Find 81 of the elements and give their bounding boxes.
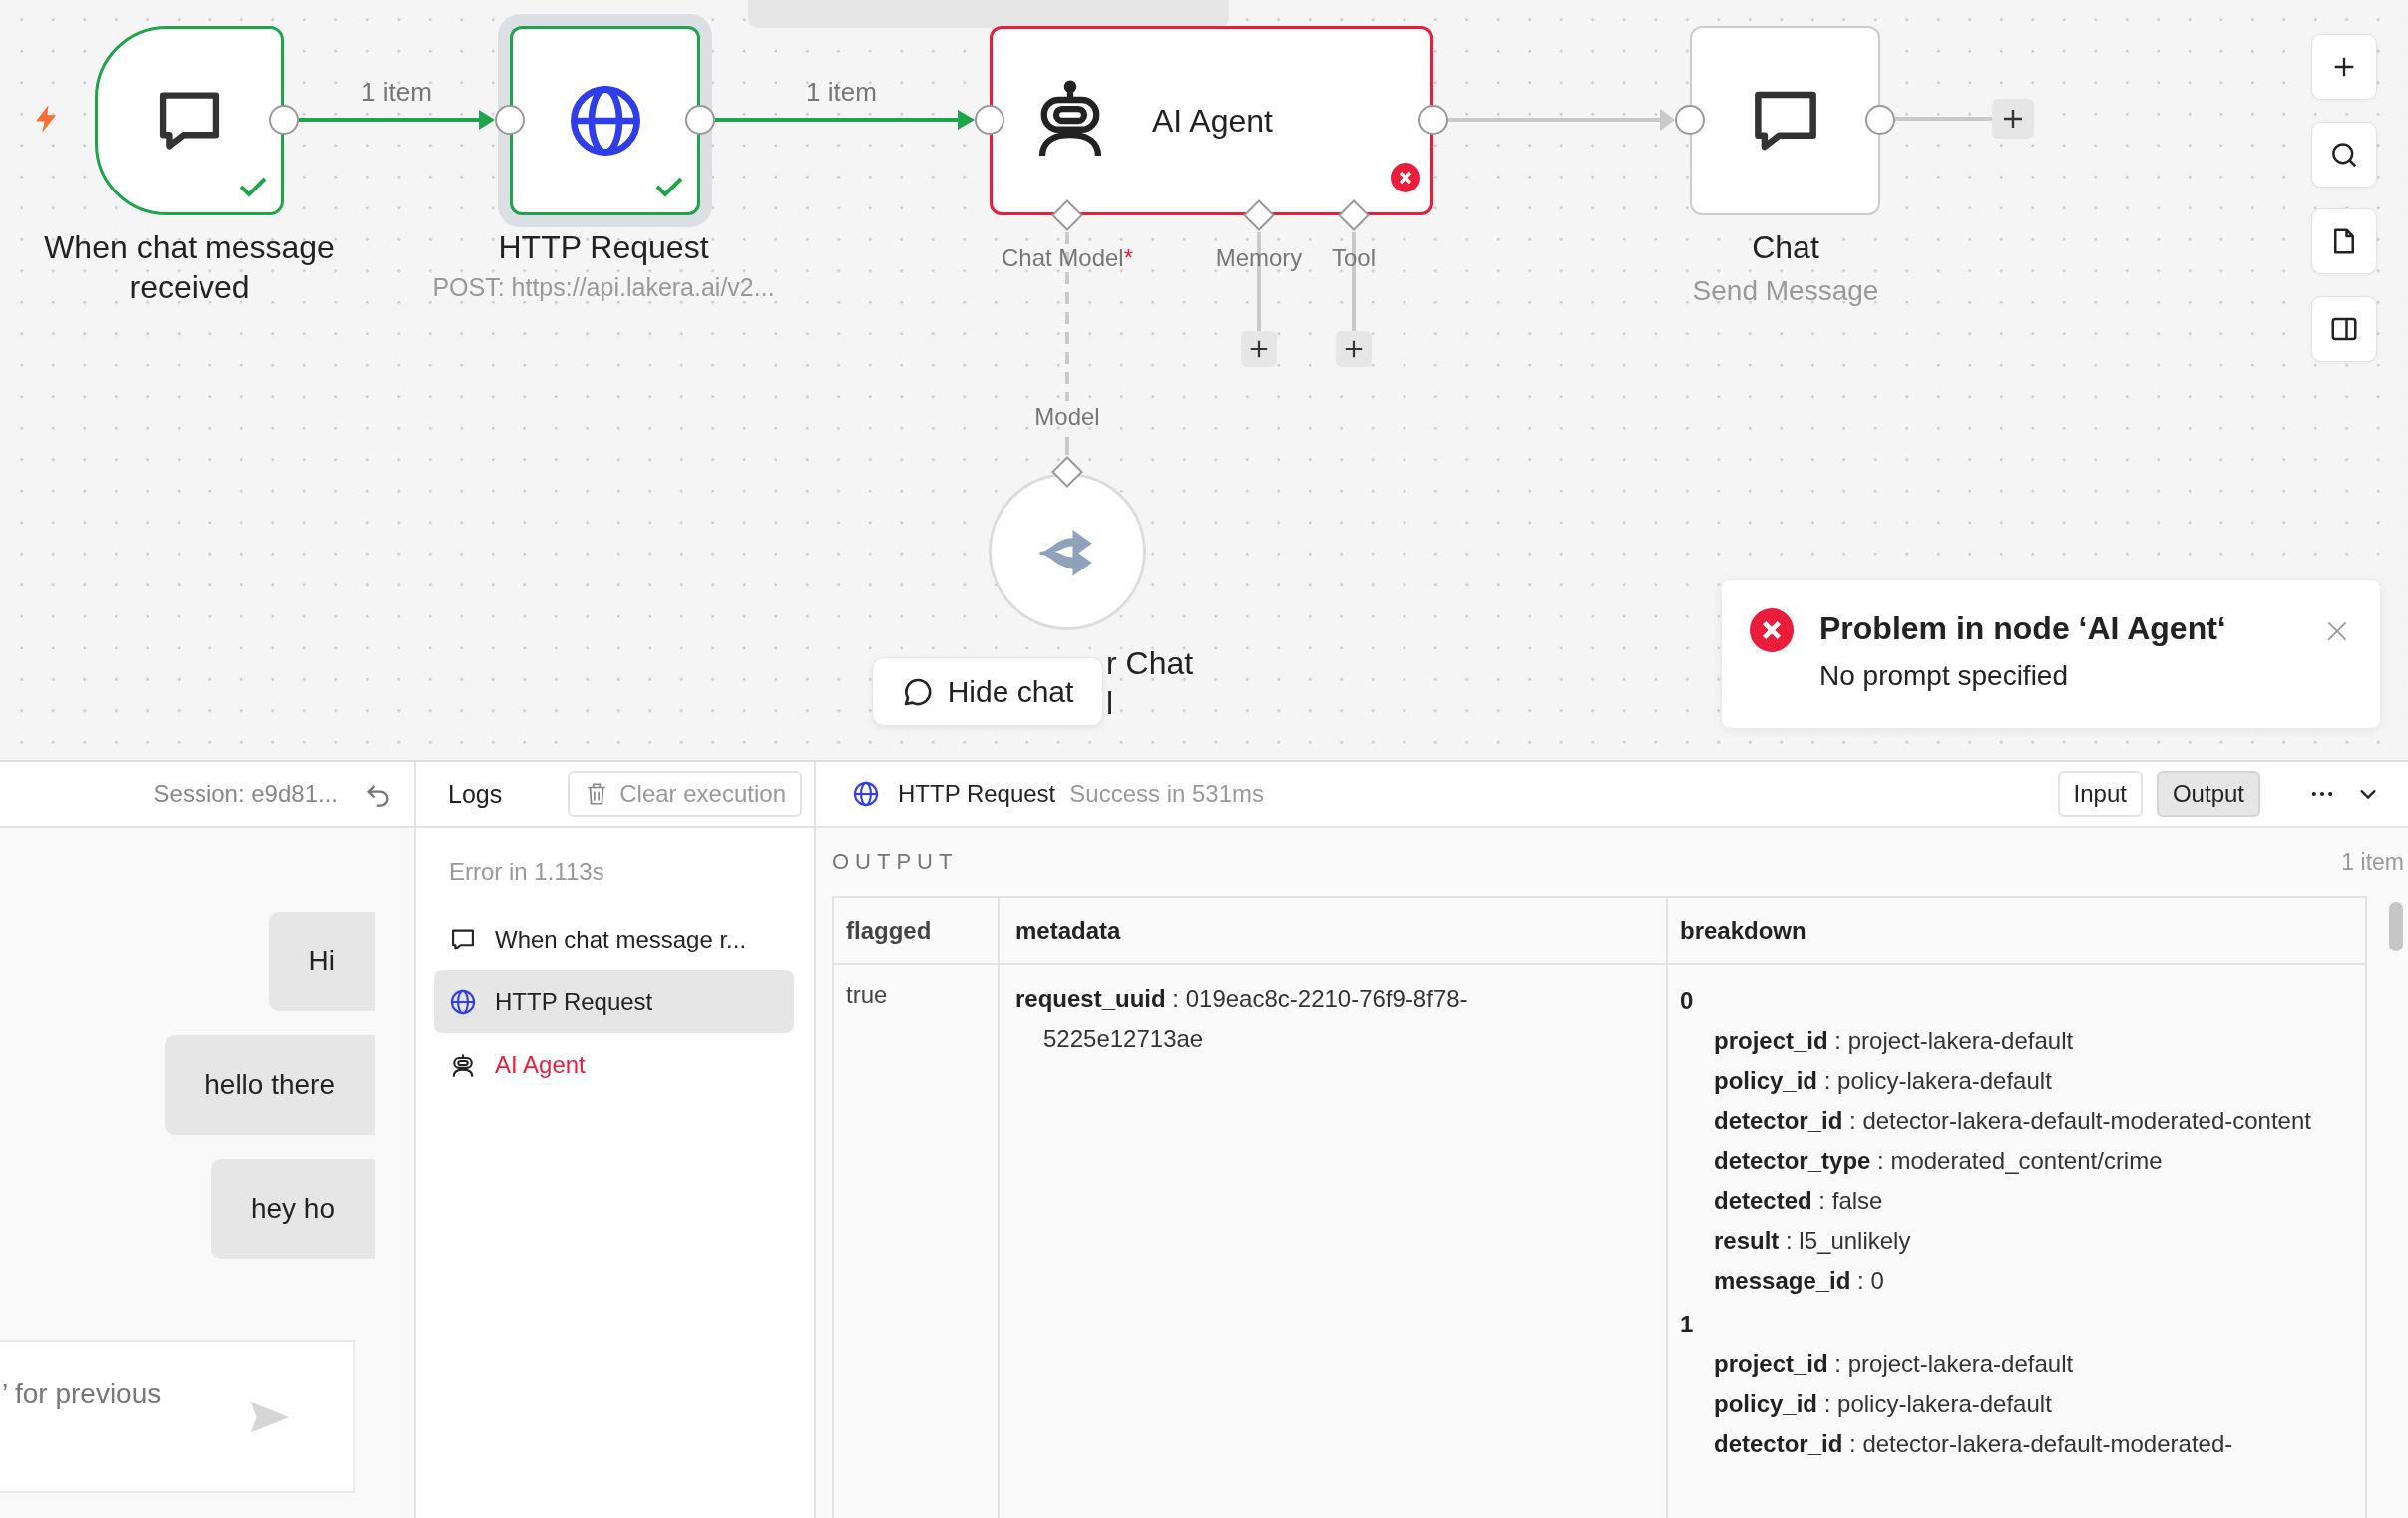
view-toggle[interactable]: Input: [2057, 771, 2143, 817]
execution-status: Success in 531ms: [1069, 780, 1265, 808]
globe-icon: [449, 987, 477, 1016]
session-id: Session: e9d81...: [153, 780, 338, 808]
toast-title: Problem in node ‘AI Agent‘: [1819, 609, 2227, 648]
node-title: Chat: [1751, 228, 1820, 267]
chat-message: Hi: [268, 912, 375, 1011]
search-button[interactable]: [2311, 122, 2377, 188]
port-label: Tool: [1332, 244, 1376, 272]
edge-label: 1 item: [361, 76, 432, 108]
ai-agent-node[interactable]: AI Agent: [990, 26, 1433, 215]
plus-icon: [1248, 338, 1270, 360]
node-subtitle: Send Message: [1691, 275, 1880, 307]
connection-handle[interactable]: [495, 105, 525, 135]
key-value-line: detector_id : detector-lakera-default-moderated-: [1714, 1429, 2234, 1459]
log-entry[interactable]: HTTP Request: [434, 970, 794, 1033]
node-title: When chat message received: [43, 228, 336, 307]
sticky-note-button[interactable]: [2311, 208, 2377, 274]
key-value-line: detector_type : moderated_content/crime: [1714, 1146, 2164, 1176]
section-title: OUTPUT: [832, 849, 959, 875]
node-title-fragment: l: [1106, 684, 1114, 723]
port-label: Memory: [1215, 244, 1303, 272]
node-subtitle: POST: https://api.lakera.ai/v2...: [431, 273, 776, 302]
toast-message: No prompt specified: [1819, 660, 2069, 692]
connection-handle[interactable]: [269, 105, 299, 135]
log-entry[interactable]: AI Agent: [434, 1033, 794, 1096]
connection-handle[interactable]: [1865, 105, 1895, 135]
table-cell: true: [834, 965, 1000, 1518]
column-header: metadata: [1000, 898, 1668, 963]
key-value-line: request_uuid : 019eac8c-2210-76f9-8f78-5225e12713ae: [1015, 984, 1469, 1054]
trigger-node[interactable]: [95, 26, 284, 215]
key-value-line: detector_id : detector-lakera-default-moderated-content: [1714, 1106, 2312, 1136]
add-memory-button[interactable]: [1241, 331, 1277, 367]
add-node-button[interactable]: [1992, 99, 2034, 139]
node-title: HTTP Request: [497, 228, 710, 267]
key-value-line: policy_id : policy-lakera-default: [1714, 1066, 2053, 1096]
zoom-in-button[interactable]: [2311, 34, 2377, 100]
connection-handle[interactable]: [1418, 105, 1448, 135]
node-title-fragment: r Chat: [1106, 644, 1194, 683]
http-request-node[interactable]: [510, 26, 700, 215]
hide-chat-button[interactable]: Hide chat: [872, 657, 1103, 726]
error-icon: [1391, 163, 1420, 192]
scrollbar-thumb[interactable]: [2389, 902, 2403, 951]
key-value-line: policy_id : policy-lakera-default: [1714, 1389, 2053, 1419]
port-handle[interactable]: [1051, 199, 1083, 231]
key-value-line: result : l5_unlikely: [1714, 1226, 1912, 1256]
port-label: Model: [1034, 403, 1100, 431]
key-value-line: project_id : project-lakera-default: [1714, 1349, 2075, 1379]
port-handle[interactable]: [1243, 199, 1275, 231]
view-toggle[interactable]: Output: [2156, 771, 2260, 817]
chat-node[interactable]: [1690, 26, 1880, 215]
key-value-line: detected : false: [1714, 1186, 1884, 1216]
chat-message: hello there: [165, 1035, 375, 1135]
item-count: 1 item: [2341, 848, 2404, 876]
globe-icon: [852, 780, 880, 808]
node-title: AI Agent: [1152, 102, 1273, 140]
connection-handle[interactable]: [1675, 105, 1705, 135]
key-value-line: project_id : project-lakera-default: [1714, 1026, 2075, 1056]
chat-message: hey ho: [210, 1159, 375, 1259]
column-header: breakdown: [1679, 916, 1807, 946]
plus-icon: [2001, 107, 2025, 131]
port-handle[interactable]: [1338, 199, 1370, 231]
error-icon: [1750, 608, 1794, 652]
add-tool-button[interactable]: [1336, 331, 1372, 367]
side-panel-button[interactable]: [2311, 296, 2377, 362]
key-value-line: message_id : 0: [1714, 1266, 1885, 1296]
connection-handle[interactable]: [975, 105, 1004, 135]
panel-title: Logs: [448, 779, 503, 809]
log-entry[interactable]: When chat message r...: [434, 908, 794, 970]
dashed-connector: [1065, 437, 1069, 455]
plus-icon: [1343, 338, 1365, 360]
array-index: 0: [1680, 986, 1695, 1016]
port-handle[interactable]: [1051, 456, 1083, 488]
array-index: 1: [1680, 1310, 1695, 1339]
column-header: flagged: [834, 898, 1000, 963]
message-field[interactable]: ’ for previous: [0, 1340, 355, 1493]
execution-summary: Error in 1.113s: [448, 857, 605, 887]
node-name: HTTP Request: [898, 780, 1056, 808]
search-icon: [2329, 140, 2359, 170]
port-label: Chat Model*: [1001, 244, 1134, 272]
edge-label: 1 item: [806, 76, 877, 108]
